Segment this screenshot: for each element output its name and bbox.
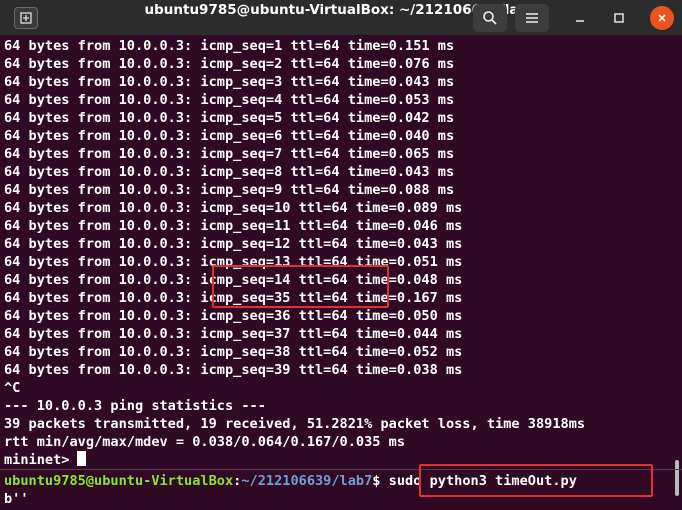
terminal-line: rtt min/avg/max/mdev = 0.038/0.064/0.167… bbox=[4, 434, 406, 450]
terminal-line: 64 bytes from 10.0.0.3: icmp_seq=10 ttl=… bbox=[4, 200, 463, 216]
terminal-line: ^C bbox=[4, 380, 21, 396]
maximize-button[interactable] bbox=[601, 0, 637, 35]
terminal-line: --- 10.0.0.3 ping statistics --- bbox=[4, 398, 266, 414]
maximize-icon bbox=[614, 12, 624, 23]
highlight-box-icmp-seq bbox=[212, 265, 389, 308]
search-button[interactable] bbox=[472, 0, 508, 35]
terminal-line: 64 bytes from 10.0.0.3: icmp_seq=36 ttl=… bbox=[4, 308, 463, 324]
terminal-line: 64 bytes from 10.0.0.3: icmp_seq=8 ttl=6… bbox=[4, 164, 455, 180]
close-button[interactable] bbox=[644, 0, 680, 35]
prompt-path: ~/212106639/lab7 bbox=[241, 473, 373, 489]
terminal-line: 64 bytes from 10.0.0.3: icmp_seq=3 ttl=6… bbox=[4, 74, 455, 90]
terminal-line: 64 bytes from 10.0.0.3: icmp_seq=2 ttl=6… bbox=[4, 56, 455, 72]
menu-button[interactable] bbox=[514, 0, 550, 35]
terminal-line: 64 bytes from 10.0.0.3: icmp_seq=5 ttl=6… bbox=[4, 110, 455, 126]
minimize-button[interactable] bbox=[562, 0, 598, 35]
terminal-line: 64 bytes from 10.0.0.3: icmp_seq=12 ttl=… bbox=[4, 236, 463, 252]
command-output: b'' bbox=[4, 491, 29, 507]
text-cursor bbox=[77, 451, 87, 466]
scrollbar-thumb[interactable] bbox=[675, 460, 679, 496]
highlight-box-command bbox=[419, 464, 653, 497]
title-bar: ubuntu9785@ubuntu-VirtualBox: ~/21210663… bbox=[0, 0, 682, 35]
close-icon bbox=[650, 5, 674, 30]
terminal-line: 39 packets transmitted, 19 received, 51.… bbox=[4, 416, 586, 432]
terminal-line: 64 bytes from 10.0.0.3: icmp_seq=39 ttl=… bbox=[4, 362, 463, 378]
terminal-line: 64 bytes from 10.0.0.3: icmp_seq=11 ttl=… bbox=[4, 218, 463, 234]
search-icon bbox=[473, 3, 507, 32]
terminal-line: 64 bytes from 10.0.0.3: icmp_seq=1 ttl=6… bbox=[4, 38, 455, 54]
mininet-prompt: mininet> bbox=[4, 452, 70, 468]
new-tab-button[interactable] bbox=[10, 0, 42, 35]
minimize-icon bbox=[576, 19, 584, 22]
terminal-line: 64 bytes from 10.0.0.3: icmp_seq=37 ttl=… bbox=[4, 326, 463, 342]
terminal-output: 64 bytes from 10.0.0.3: icmp_seq=1 ttl=6… bbox=[4, 37, 585, 469]
terminal-line: 64 bytes from 10.0.0.3: icmp_seq=7 ttl=6… bbox=[4, 146, 455, 162]
terminal-line: 64 bytes from 10.0.0.3: icmp_seq=9 ttl=6… bbox=[4, 182, 455, 198]
prompt-user-host: ubuntu9785@ubuntu-VirtualBox bbox=[4, 473, 234, 489]
terminal-line: 64 bytes from 10.0.0.3: icmp_seq=4 ttl=6… bbox=[4, 92, 455, 108]
terminal-line: 64 bytes from 10.0.0.3: icmp_seq=38 ttl=… bbox=[4, 344, 463, 360]
new-tab-icon bbox=[14, 6, 38, 29]
hamburger-menu-icon bbox=[515, 3, 549, 32]
terminal-line: 64 bytes from 10.0.0.3: icmp_seq=6 ttl=6… bbox=[4, 128, 455, 144]
